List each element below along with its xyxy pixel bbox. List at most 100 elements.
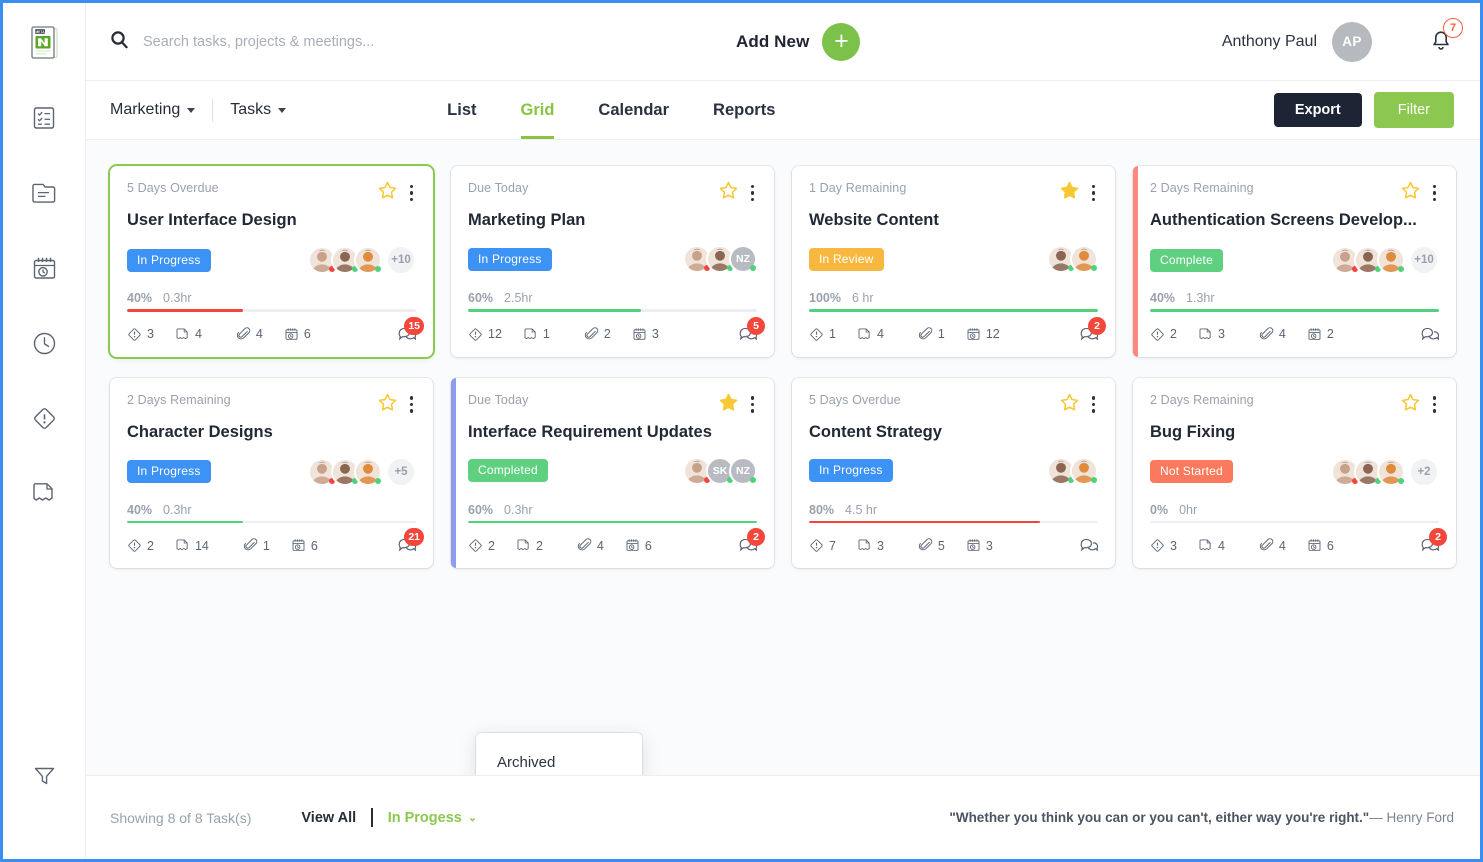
stat-attachments: 4 [236, 326, 263, 342]
task-card[interactable]: 2 Days Remaining Character Designs In Prog… [110, 377, 433, 568]
stat-events-value: 6 [303, 327, 311, 341]
progress-bar-fill [809, 309, 1098, 312]
filter-button[interactable]: Filter [1373, 92, 1454, 128]
more-assignees[interactable]: +2 [1409, 456, 1439, 487]
sidebar-item-folder[interactable] [22, 171, 66, 215]
task-card[interactable]: 2 Days Remaining Bug Fixing Not Started +2 0… [1133, 377, 1456, 568]
sidebar-item-checklist[interactable] [22, 96, 66, 140]
card-actions [1060, 181, 1098, 205]
card-menu-icon[interactable] [1430, 394, 1439, 414]
sidebar-item-clock[interactable] [22, 321, 66, 365]
avatar[interactable]: AP [1332, 21, 1372, 62]
sidebar-item-calendar-clock[interactable] [22, 246, 66, 290]
search-box[interactable] [110, 30, 670, 54]
card-menu-icon[interactable] [748, 394, 757, 414]
tab-grid[interactable]: Grid [520, 81, 555, 139]
comments-button[interactable] [1420, 325, 1439, 344]
card-actions [1401, 393, 1439, 417]
tab-calendar[interactable]: Calendar [598, 81, 669, 139]
assignee-avatar[interactable]: NZ [729, 456, 757, 485]
star-icon[interactable] [1060, 393, 1079, 417]
comments-button[interactable] [1079, 536, 1098, 555]
star-icon[interactable] [378, 181, 397, 205]
comments-button[interactable]: 2 [738, 528, 765, 555]
card-header: Due Today [468, 393, 757, 417]
assignee-avatar[interactable] [1377, 457, 1405, 486]
star-icon[interactable] [719, 181, 738, 205]
card-stats: 2 14 1 6 21 [127, 528, 424, 555]
card-due-label: Due Today [468, 181, 529, 195]
assignee-avatar[interactable] [354, 457, 382, 486]
export-button[interactable]: Export [1273, 93, 1362, 127]
dropdown-item-archived[interactable]: Archived [476, 741, 642, 775]
comments-button[interactable]: 15 [397, 316, 424, 344]
task-card[interactable]: 5 Days Overdue Content Strategy In Progres… [792, 377, 1115, 568]
comments-button[interactable]: 2 [1079, 316, 1106, 344]
card-due-label: 5 Days Overdue [127, 181, 219, 195]
more-assignees[interactable]: +10 [1409, 245, 1439, 275]
assignee-avatar[interactable] [1377, 246, 1405, 274]
assignee-avatar[interactable]: NZ [729, 245, 757, 273]
stat-attachments: 2 [584, 326, 611, 342]
star-icon[interactable] [1060, 181, 1079, 205]
breadcrumb-tasks[interactable]: Tasks [230, 101, 287, 119]
sidebar-item-alert-diamond[interactable] [22, 396, 66, 440]
card-title: Content Strategy [809, 422, 942, 441]
card-menu-icon[interactable] [407, 394, 416, 414]
task-card[interactable]: Due Today Marketing Plan In Progress NZ 60% 2… [451, 166, 774, 357]
star-icon[interactable] [1401, 393, 1420, 417]
card-menu-icon[interactable] [407, 183, 416, 203]
progress-labels: 60% 0.3hr [468, 503, 757, 517]
assignee-avatar[interactable] [354, 246, 382, 274]
view-all-link[interactable]: View All [301, 810, 356, 826]
task-card-grid: 5 Days Overdue User Interface Design In Pr… [110, 166, 1456, 568]
star-icon[interactable] [1401, 181, 1420, 205]
progress-hours: 4.5 hr [845, 502, 877, 517]
more-assignees[interactable]: +10 [386, 245, 416, 275]
stat-issues: 3 [127, 327, 154, 342]
card-due-label: Due Today [468, 392, 529, 407]
task-card[interactable]: 1 Day Remaining Website Content In Review 1… [792, 166, 1115, 357]
notifications-button[interactable]: 7 [1428, 17, 1463, 58]
app-logo-icon[interactable]: META [22, 21, 66, 65]
sidebar-item-bookmark-page[interactable] [22, 471, 66, 515]
comments-button[interactable]: 2 [1420, 528, 1447, 555]
card-actions [1401, 181, 1439, 205]
task-board: 5 Days Overdue User Interface Design In Pr… [86, 140, 1480, 775]
search-input[interactable] [143, 33, 670, 50]
card-menu-icon[interactable] [748, 183, 757, 203]
star-icon[interactable] [719, 393, 738, 417]
card-meta: In Progress NZ [468, 245, 757, 273]
progress-percent: 60% [468, 502, 494, 517]
assignee-avatar[interactable] [1070, 456, 1098, 485]
card-title: Authentication Screens Develop... [1150, 211, 1417, 229]
card-accent-bar [1133, 166, 1138, 357]
card-progress: 0% 0hr [1150, 487, 1439, 523]
comments-button[interactable]: 5 [738, 316, 765, 344]
progress-hours: 0.3hr [163, 502, 192, 517]
card-menu-icon[interactable] [1089, 183, 1098, 203]
status-filter-select[interactable]: In Progess ⌄ [388, 810, 477, 826]
tab-list[interactable]: List [447, 81, 476, 139]
card-actions [378, 181, 416, 205]
tab-reports[interactable]: Reports [713, 81, 775, 139]
add-new-button[interactable]: Add New + [736, 22, 861, 61]
sidebar-item-funnel[interactable] [22, 753, 66, 797]
task-card[interactable]: Due Today Interface Requirement Updates Co… [451, 377, 774, 568]
more-assignees[interactable]: +5 [386, 456, 416, 487]
comments-button[interactable]: 21 [397, 528, 424, 555]
task-card[interactable]: 5 Days Overdue User Interface Design In Pr… [110, 166, 433, 357]
star-icon[interactable] [378, 393, 397, 417]
breadcrumb-project[interactable]: Marketing [110, 101, 196, 119]
breadcrumb-project-label: Marketing [110, 101, 181, 118]
task-card[interactable]: 2 Days Remaining Authentication Screens D… [1133, 166, 1456, 357]
card-accent-bar [451, 377, 456, 568]
card-menu-icon[interactable] [1089, 394, 1098, 414]
assignee-avatar[interactable] [1070, 245, 1098, 273]
stat-events: 6 [291, 538, 318, 553]
progress-bar-fill [1150, 309, 1439, 312]
progress-percent: 100% [809, 291, 841, 305]
card-actions [719, 393, 757, 417]
quote-body: "Whether you think you can or you can't,… [949, 810, 1370, 825]
card-menu-icon[interactable] [1430, 183, 1439, 203]
